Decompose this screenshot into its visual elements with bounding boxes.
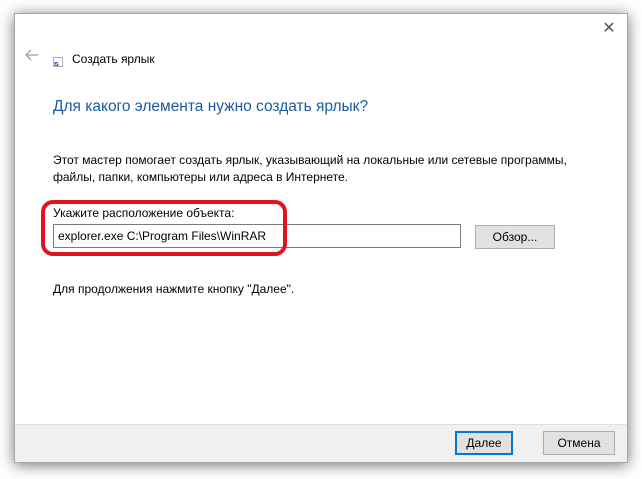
wizard-description: Этот мастер помогает создать ярлык, указ… (53, 153, 567, 184)
create-shortcut-dialog: ✕ Создать ярлык Для какого элемента нужн… (14, 13, 628, 463)
location-label: Укажите расположение объекта: (53, 206, 235, 220)
shortcut-icon (53, 54, 63, 67)
window-title: Создать ярлык (72, 52, 155, 66)
dialog-footer: Далее Отмена (15, 424, 627, 462)
back-arrow-icon[interactable] (23, 46, 41, 64)
location-input[interactable] (53, 224, 461, 248)
browse-button[interactable]: Обзор... (475, 225, 555, 249)
continue-hint: Для продолжения нажмите кнопку "Далее". (53, 282, 295, 296)
next-button[interactable]: Далее (455, 431, 513, 455)
page-heading: Для какого элемента нужно создать ярлык? (53, 98, 369, 115)
close-icon[interactable]: ✕ (599, 18, 619, 38)
cancel-button[interactable]: Отмена (543, 431, 615, 455)
